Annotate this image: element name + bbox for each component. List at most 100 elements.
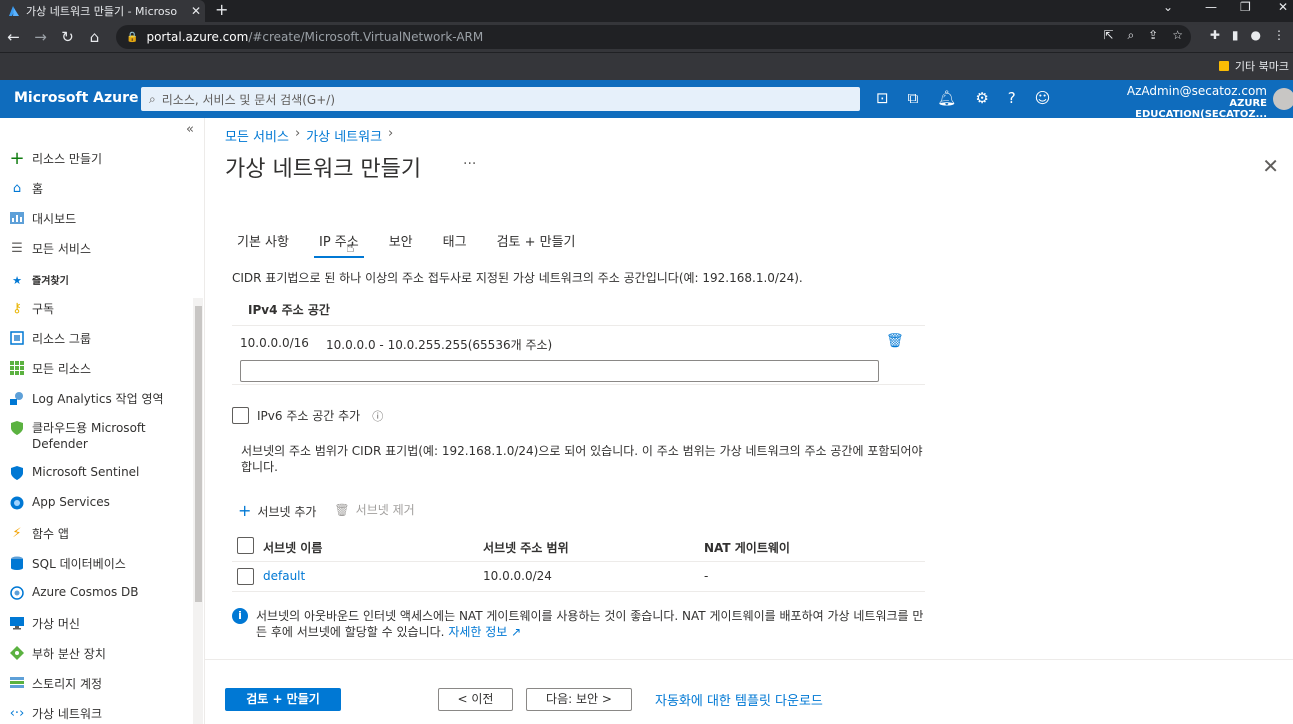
- search-icon: ⌕: [149, 91, 156, 106]
- bookmarks-bar: 기타 북마크: [0, 52, 1293, 80]
- sidebar-item-home[interactable]: ⌂ 홈: [8, 180, 43, 197]
- delete-address-space-icon[interactable]: 🗑︎: [886, 333, 904, 349]
- sidebar-item-app-services[interactable]: App Services: [8, 495, 110, 511]
- info-icon[interactable]: ⓘ: [372, 408, 383, 424]
- tab-basics[interactable]: 기본 사항: [232, 231, 294, 258]
- sidebar-item-subscriptions[interactable]: ⚷ 구독: [8, 300, 54, 317]
- home-browser-icon[interactable]: ⌂: [81, 28, 108, 46]
- close-tab-icon[interactable]: ✕: [187, 4, 205, 18]
- back-icon[interactable]: ←: [0, 28, 27, 46]
- account-info[interactable]: AzAdmin@secatoz.com AZURE EDUCATION(SECA…: [1115, 84, 1267, 120]
- azure-brand[interactable]: Microsoft Azure: [14, 90, 139, 106]
- feedback-icon[interactable]: ☺: [1035, 89, 1051, 107]
- subnet-name-link[interactable]: default: [263, 569, 305, 583]
- cloud-shell-icon[interactable]: ⊡: [876, 89, 889, 107]
- sidebar-item-defender[interactable]: 클라우드용 Microsoft Defender: [8, 420, 146, 452]
- forward-icon[interactable]: →: [27, 28, 54, 46]
- other-bookmarks[interactable]: 기타 북마크: [1218, 58, 1289, 74]
- help-icon[interactable]: ?: [1008, 89, 1016, 107]
- reload-icon[interactable]: ↻: [54, 28, 81, 46]
- wizard-footer: 검토 + 만들기 < 이전 다음: 보안 > 자동화에 대한 템플릿 다운로드: [205, 659, 1293, 724]
- row-checkbox[interactable]: [237, 568, 254, 588]
- remove-subnet-button[interactable]: 🗑︎ 서브넷 제거: [334, 501, 414, 520]
- sidebar-item-label: 함수 앱: [32, 527, 69, 541]
- nat-info-banner: i 서브넷의 아웃바운드 인터넷 액세스에는 NAT 게이트웨이를 사용하는 것…: [232, 608, 925, 640]
- new-tab-icon[interactable]: +: [215, 0, 228, 20]
- sidebar-item-sql-databases[interactable]: SQL 데이터베이스: [8, 555, 126, 572]
- tab-security[interactable]: 보안: [384, 231, 418, 258]
- sidebar-item-sentinel[interactable]: Microsoft Sentinel: [8, 465, 139, 481]
- download-template-link[interactable]: 자동화에 대한 템플릿 다운로드: [655, 690, 823, 709]
- ipv6-checkbox[interactable]: [232, 407, 249, 424]
- chevron-right-icon: ›: [294, 126, 301, 141]
- plus-icon: +: [9, 147, 25, 169]
- minimize-icon[interactable]: —: [1205, 0, 1217, 14]
- portal-sidebar: « + 리소스 만들기 ⌂ 홈 대시보드 ☰ 모든 서비스 ★ 즐겨찾기 ⚷ 구…: [0, 118, 205, 724]
- zoom-icon[interactable]: ⌕: [1127, 28, 1134, 43]
- sidebar-scrollbar-thumb[interactable]: [195, 306, 202, 602]
- share-icon[interactable]: ⇪: [1148, 28, 1158, 43]
- add-subnet-label: 서브넷 추가: [257, 505, 317, 519]
- directory-filter-icon[interactable]: ⧉: [908, 89, 919, 107]
- more-options-icon[interactable]: ···: [463, 156, 476, 172]
- add-subnet-button[interactable]: + 서브넷 추가: [238, 501, 316, 520]
- global-search-input[interactable]: ⌕ 리소스, 서비스 및 문서 검색(G+/): [141, 87, 860, 111]
- subnet-nat: -: [704, 569, 709, 583]
- extensions-icon[interactable]: ✚: [1210, 28, 1220, 42]
- sidebar-item-cosmos-db[interactable]: Azure Cosmos DB: [8, 585, 139, 601]
- previous-button[interactable]: < 이전: [438, 688, 513, 711]
- side-panel-icon[interactable]: ▮: [1232, 28, 1239, 42]
- vm-icon: [8, 615, 26, 631]
- close-blade-icon[interactable]: ✕: [1262, 154, 1279, 178]
- star-icon: ★: [12, 273, 22, 287]
- new-address-space-input[interactable]: [240, 360, 879, 382]
- azure-header-icons: ⊡ ⧉ 🔔︎ ⚙ ? ☺: [876, 89, 1050, 107]
- cosmos-icon: [8, 585, 26, 601]
- sidebar-item-log-analytics[interactable]: Log Analytics 작업 영역: [8, 390, 164, 407]
- review-create-button[interactable]: 검토 + 만들기: [225, 688, 341, 711]
- sidebar-item-storage-accounts[interactable]: 스토리지 계정: [8, 675, 102, 692]
- sidebar-item-label-line2: Defender: [32, 437, 88, 451]
- sidebar-item-dashboard[interactable]: 대시보드: [8, 210, 76, 227]
- sidebar-item-all-resources[interactable]: 모든 리소스: [8, 360, 91, 377]
- sidebar-item-virtual-networks[interactable]: ‹·› 가상 네트워크: [8, 705, 102, 722]
- tab-ip-addresses[interactable]: IP 주소: [313, 231, 364, 258]
- bookmark-star-icon[interactable]: ☆: [1172, 28, 1183, 43]
- ipv6-toggle[interactable]: IPv6 주소 공간 추가 ⓘ: [232, 407, 383, 424]
- collapse-sidebar-icon[interactable]: «: [186, 122, 194, 137]
- restore-icon[interactable]: ❐: [1240, 0, 1251, 14]
- next-security-button[interactable]: 다음: 보안 >: [526, 688, 632, 711]
- ipv4-address-space-header: IPv4 주소 공간: [248, 303, 330, 317]
- sidebar-item-resource-groups[interactable]: 리소스 그룹: [8, 330, 91, 347]
- sidebar-item-label: 구독: [32, 302, 55, 316]
- omnibox-actions: ⇱ ⌕ ⇪ ☆: [1103, 28, 1183, 43]
- browser-tab[interactable]: 가상 네트워크 만들기 - Microso ✕: [0, 0, 205, 22]
- function-icon: ⚡: [12, 525, 22, 541]
- wizard-tabs: 기본 사항 IP 주소 보안 태그 검토 + 만들기: [232, 231, 581, 258]
- close-window-icon[interactable]: ✕: [1278, 0, 1288, 14]
- sidebar-item-load-balancers[interactable]: 부하 분산 장치: [8, 645, 106, 662]
- tab-search-icon[interactable]: ⌄: [1163, 0, 1173, 14]
- breadcrumb-all-services[interactable]: 모든 서비스: [225, 126, 289, 145]
- tab-review-create[interactable]: 검토 + 만들기: [492, 231, 581, 258]
- key-icon: ⚷: [12, 300, 22, 316]
- col-nat-gateway: NAT 게이트웨이: [704, 541, 790, 555]
- mouse-cursor-icon: ☝: [346, 240, 355, 256]
- address-bar[interactable]: 🔒 portal.azure.com/#create/Microsoft.Vir…: [116, 25, 1191, 49]
- sidebar-item-all-services[interactable]: ☰ 모든 서비스: [8, 240, 91, 257]
- sidebar-item-create-resource[interactable]: + 리소스 만들기: [8, 147, 102, 169]
- settings-gear-icon[interactable]: ⚙: [975, 89, 988, 107]
- tab-tags[interactable]: 태그: [438, 231, 472, 258]
- notifications-icon[interactable]: 🔔︎: [937, 89, 956, 107]
- sidebar-item-virtual-machines[interactable]: 가상 머신: [8, 615, 80, 632]
- folder-icon: [1218, 61, 1229, 71]
- profile-icon[interactable]: ●: [1251, 28, 1261, 42]
- sidebar-item-function-apps[interactable]: ⚡ 함수 앱: [8, 525, 69, 542]
- breadcrumb-virtual-networks[interactable]: 가상 네트워크: [306, 126, 382, 145]
- learn-more-link[interactable]: 자세한 정보: [448, 625, 507, 639]
- avatar[interactable]: [1273, 88, 1293, 110]
- open-external-icon[interactable]: ⇱: [1103, 28, 1113, 43]
- select-all-checkbox[interactable]: [237, 537, 254, 557]
- page-title: 가상 네트워크 만들기: [225, 157, 422, 182]
- menu-icon[interactable]: ⋮: [1273, 28, 1285, 42]
